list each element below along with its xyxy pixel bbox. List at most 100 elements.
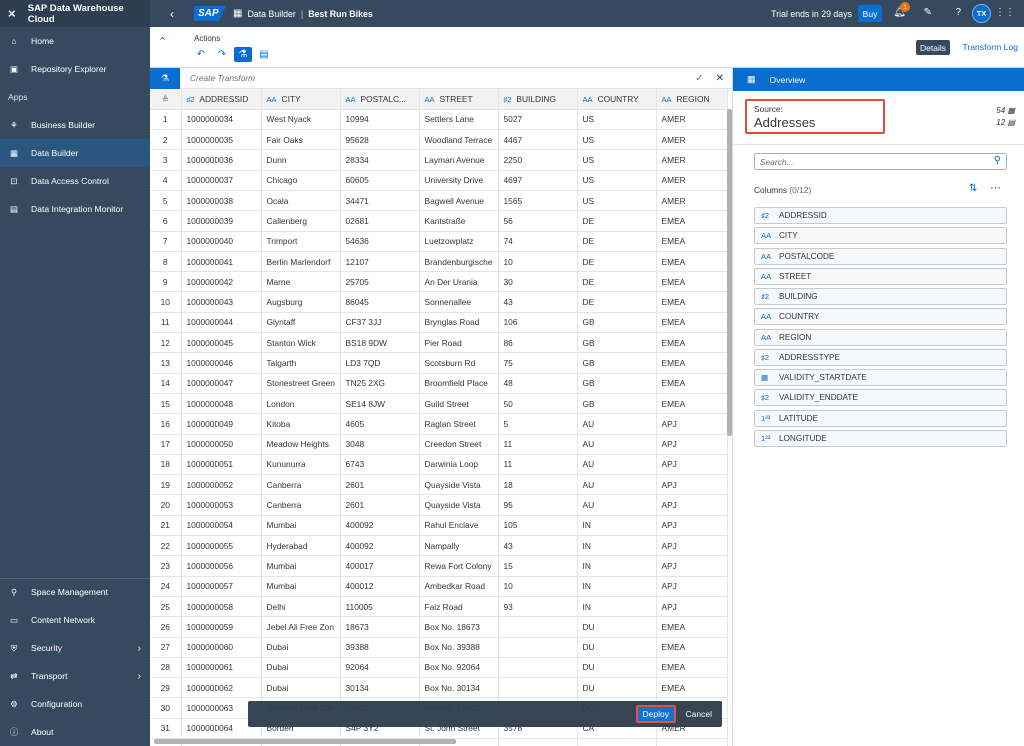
- sidebar-item-repository-explorer[interactable]: ▣ Repository Explorer: [0, 55, 150, 83]
- sort-icon[interactable]: ⇅: [969, 183, 977, 194]
- column-header-city[interactable]: AA CITY: [261, 89, 341, 110]
- table-cell: Mumbai: [261, 555, 341, 577]
- transform-log-button[interactable]: Transform Log: [962, 42, 1018, 52]
- confirm-icon[interactable]: ✓: [695, 73, 703, 84]
- sidebar-item-configuration[interactable]: ⚙ Configuration: [0, 690, 150, 718]
- column-item[interactable]: AA CITY: [754, 227, 1007, 245]
- column-header-country[interactable]: AA COUNTRY: [577, 89, 657, 110]
- table-row[interactable]: 16 1000000049 Kitoba 4605 Raglan Street 5 AU AP…: [150, 413, 728, 435]
- table-row[interactable]: 11 1000000044 Glyntaff CF37 3JJ Brynglas Roa…: [150, 312, 728, 334]
- cancel-button[interactable]: Cancel: [686, 709, 712, 719]
- table-cell: US: [577, 129, 657, 151]
- more-icon[interactable]: ⋯: [990, 181, 1001, 194]
- table-row[interactable]: 19 1000000052 Canberra 2601 Quayside Vista 18…: [150, 474, 728, 496]
- table-row[interactable]: 12 1000000045 Stanton Wick BS18 9DW Pier Roa…: [150, 332, 728, 354]
- create-transform-input[interactable]: Create Transform: [190, 73, 695, 83]
- table-row[interactable]: 27 1000000060 Dubai 39388 Box No. 39388 DU EME…: [150, 637, 728, 658]
- sidebar-item-content-network[interactable]: ▭ Content Network: [0, 606, 150, 634]
- table-cell: 50: [498, 393, 578, 415]
- product-switch-icon[interactable]: ⋮⋮: [995, 7, 1015, 18]
- table-row[interactable]: 23 1000000056 Mumbai 400017 Rewa Fort Colony…: [150, 555, 728, 577]
- column-item[interactable]: 1²³ LONGITUDE: [754, 429, 1007, 447]
- sidebar-item-data-builder[interactable]: ▦ Data Builder: [0, 139, 150, 167]
- row-number: 19: [150, 474, 182, 496]
- table-cell: APJ: [656, 535, 728, 557]
- table-row[interactable]: 6 1000000039 Callenberg 02681 Kantstraße 56 DE…: [150, 210, 728, 232]
- column-item[interactable]: 1²³ LATITUDE: [754, 409, 1007, 427]
- table-cell: 28334: [340, 149, 420, 171]
- notification-badge: 1: [900, 2, 910, 12]
- back-icon[interactable]: ‹: [170, 7, 190, 21]
- table-row[interactable]: 9 1000000042 Marne 25705 An Der Urania 30 DE EM…: [150, 271, 728, 293]
- table-row[interactable]: 17 1000000050 Meadow Heights 3048 Creedon St…: [150, 434, 728, 455]
- column-header-street[interactable]: AA STREET: [419, 89, 499, 110]
- close-icon[interactable]: ×: [8, 6, 18, 21]
- column-item[interactable]: AA COUNTRY: [754, 308, 1007, 326]
- table-row[interactable]: 18 1000000051 Kununurra 6743 Darwinia Loop 11…: [150, 454, 728, 476]
- table-row[interactable]: 22 1000000055 Hyderabad 400092 Nampally 43 IN A…: [150, 535, 728, 557]
- table-row[interactable]: 26 1000000059 Jebel Ali Free Zon 18673 Box N…: [150, 616, 728, 638]
- column-item[interactable]: AA POSTALCODE: [754, 247, 1007, 265]
- transform-icon[interactable]: ⚗: [234, 47, 252, 62]
- table-row[interactable]: 20 1000000053 Canberra 2601 Quayside Vista 95…: [150, 494, 728, 516]
- table-row[interactable]: 8 1000000041 Berlin Mariendorf 12107 Branden…: [150, 251, 728, 273]
- breadcrumb-tool[interactable]: Data Builder: [247, 9, 295, 19]
- column-type-icon: ♯2: [761, 352, 770, 362]
- save-icon[interactable]: ▤: [255, 47, 273, 62]
- sidebar-item-business-builder[interactable]: ⚘ Business Builder: [0, 111, 150, 139]
- avatar[interactable]: TX: [972, 4, 991, 23]
- table-row[interactable]: 4 1000000037 Chicago 60605 University Drive 4…: [150, 170, 728, 191]
- column-item[interactable]: AA STREET: [754, 267, 1007, 285]
- column-search-input[interactable]: Search... ⚲: [754, 153, 1007, 170]
- table-row[interactable]: 15 1000000048 London SE14 8JW Guild Street 50…: [150, 393, 728, 415]
- sidebar-item-security[interactable]: ⛨ Security ›: [0, 634, 150, 662]
- table-row[interactable]: 10 1000000043 Augsburg 86045 Sonnenallee 43 DE…: [150, 291, 728, 313]
- column-item-label: POSTALCODE: [779, 251, 835, 261]
- undo-icon[interactable]: ↶: [192, 47, 210, 62]
- table-row[interactable]: 14 1000000047 Stonestreet Green TN25 2XG Bro…: [150, 373, 728, 394]
- table-row[interactable]: 3 1000000036 Dunn 28334 Layman Avenue 2250 US A…: [150, 149, 728, 171]
- details-button[interactable]: Details: [916, 40, 950, 55]
- row-number: 21: [150, 515, 182, 537]
- sidebar-item-about[interactable]: ⓘ About: [0, 718, 150, 746]
- table-row[interactable]: 28 1000000061 Dubai 92064 Box No. 92064 DU EME…: [150, 657, 728, 679]
- sidebar-item-home[interactable]: ⌂ Home: [0, 27, 150, 55]
- column-header-addressid[interactable]: ♯2 ADDRESSID: [181, 89, 262, 110]
- sidebar-item-transport[interactable]: ⇄ Transport ›: [0, 662, 150, 690]
- table-row[interactable]: 2 1000000035 Fair Oaks 95628 Woodland Terrac…: [150, 129, 728, 151]
- column-header-postalc[interactable]: AA POSTALC...: [340, 89, 420, 110]
- deploy-button[interactable]: Deploy: [635, 705, 676, 723]
- table-row[interactable]: 1 1000000034 West Nyack 10994 Settlers Lane 5…: [150, 109, 728, 131]
- horizontal-scrollbar[interactable]: [154, 739, 456, 744]
- close-icon[interactable]: ✕: [716, 73, 724, 84]
- sidebar-item-data-access-control[interactable]: ⊡ Data Access Control: [0, 167, 150, 195]
- buy-button[interactable]: Buy: [858, 5, 882, 22]
- table-row[interactable]: 13 1000000046 Talgarth LD3 7QD Scotsburn Rd 7…: [150, 352, 728, 374]
- feedback-icon[interactable]: ✎: [924, 7, 932, 18]
- table-row[interactable]: 29 1000000062 Dubai 30134 Box No. 30134 DU EME…: [150, 677, 728, 699]
- column-header-building[interactable]: ♯2 BUILDING: [498, 89, 578, 110]
- redo-icon[interactable]: ↷: [213, 47, 231, 62]
- table-row[interactable]: 5 1000000038 Ocala 34471 Bagwell Avenue 1565 U…: [150, 190, 728, 212]
- sidebar-item-data-integration-monitor[interactable]: ▤ Data Integration Monitor: [0, 195, 150, 223]
- trial-notice: Trial ends in 29 days: [771, 9, 852, 19]
- breadcrumb-separator: |: [300, 8, 304, 19]
- table-cell: 400092: [340, 515, 420, 537]
- help-icon[interactable]: ?: [955, 7, 961, 18]
- column-header-region[interactable]: AA REGION: [656, 89, 728, 110]
- column-item[interactable]: ♯2 ADDRESSID: [754, 207, 1007, 224]
- table-row[interactable]: 24 1000000057 Mumbai 400012 Ambedkar Road 10 I…: [150, 576, 728, 597]
- column-item[interactable]: AA REGION: [754, 328, 1007, 346]
- table-row[interactable]: 25 1000000058 Delhi 110005 Faiz Road 93 IN APJ: [150, 596, 728, 618]
- column-item[interactable]: ♯2 VALIDITY_ENDDATE: [754, 389, 1007, 407]
- table-cell: EMEA: [656, 332, 728, 354]
- column-item[interactable]: ♯2 BUILDING: [754, 288, 1007, 305]
- search-icon[interactable]: ⚲: [994, 155, 1001, 166]
- column-item[interactable]: ♯2 ADDRESSTYPE: [754, 348, 1007, 366]
- breadcrumb-space[interactable]: Best Run Bikes: [308, 9, 373, 19]
- sidebar-item-space-management[interactable]: ⚲ Space Management: [0, 578, 150, 606]
- table-row[interactable]: 7 1000000040 Trimport 54636 Luetzowplatz 74 DE…: [150, 231, 728, 252]
- column-item[interactable]: ▦ VALIDITY_STARTDATE: [754, 369, 1007, 386]
- collapse-toolbar-icon[interactable]: ⌃: [158, 35, 167, 48]
- table-row[interactable]: 21 1000000054 Mumbai 400092 Rahul Enclave 105…: [150, 515, 728, 537]
